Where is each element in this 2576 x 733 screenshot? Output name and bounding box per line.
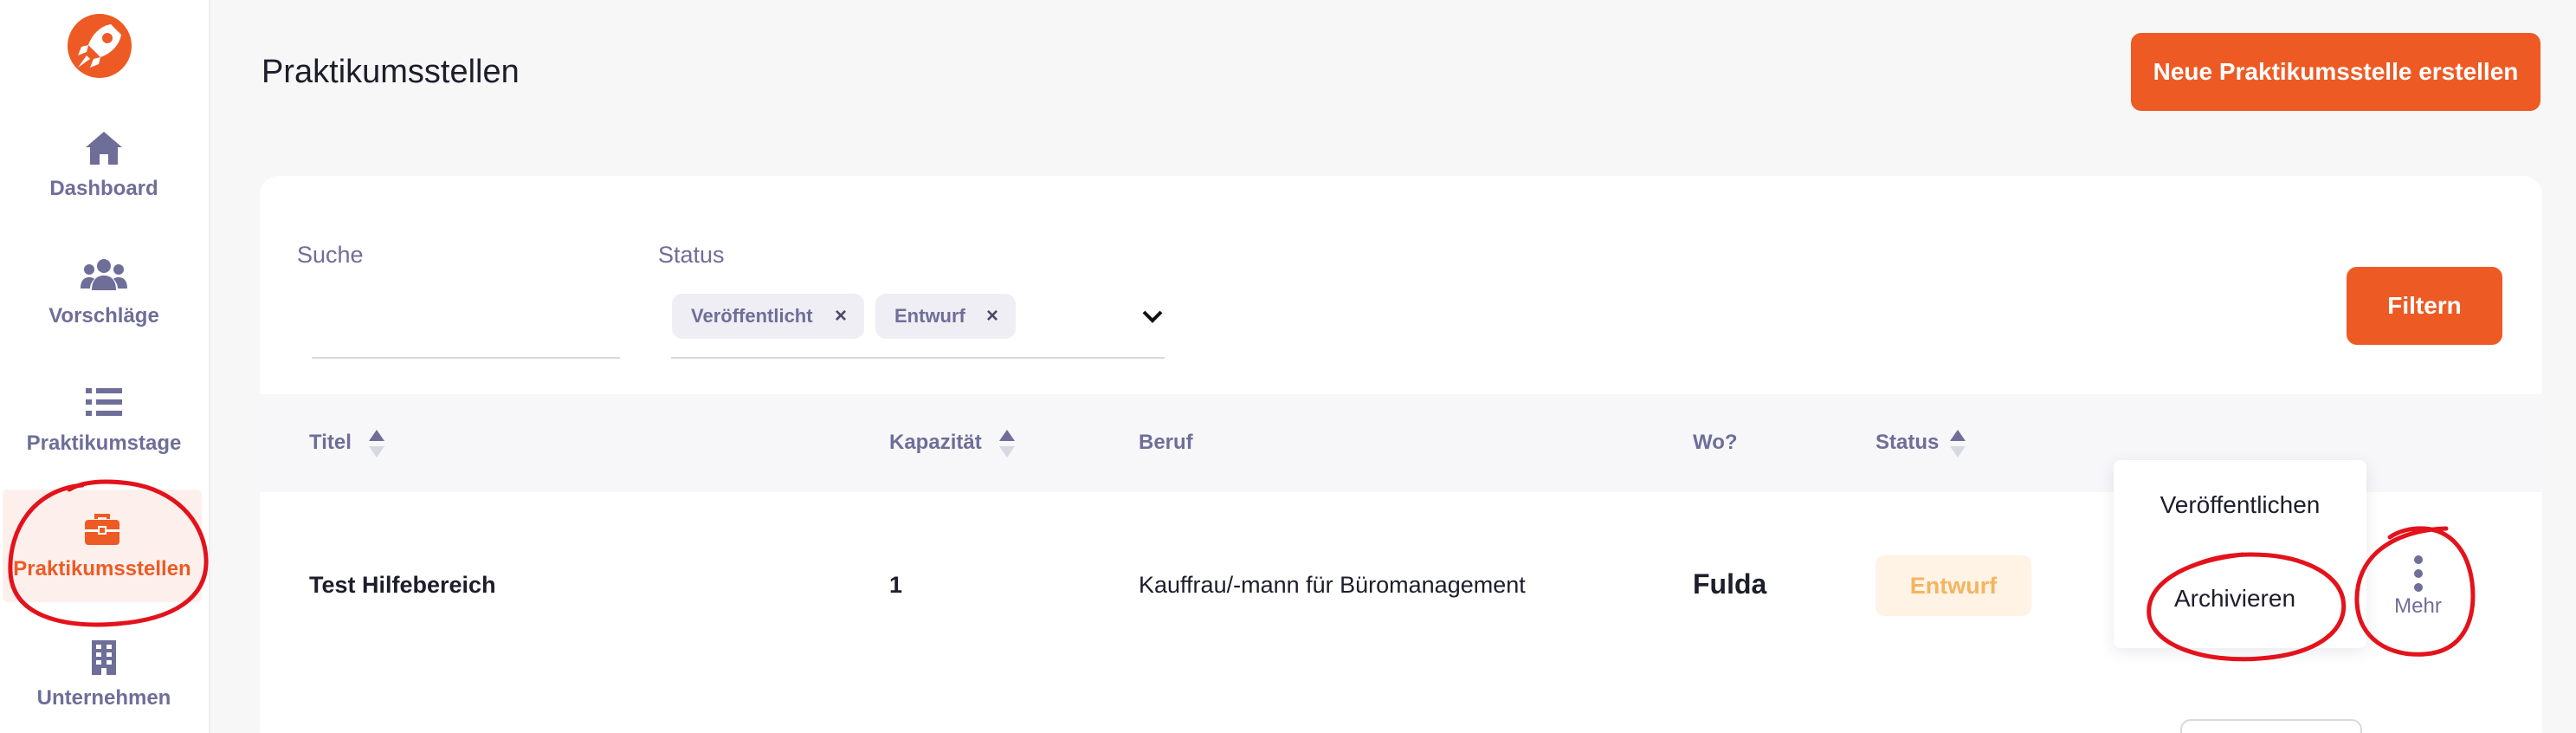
column-header-wo: Wo?: [1693, 431, 1738, 454]
partial-button[interactable]: [2180, 719, 2362, 733]
search-underline: [312, 357, 620, 359]
row-action-menu: Veröffentlichen Archivieren: [2114, 460, 2366, 648]
briefcase-icon: [3, 514, 202, 554]
new-praktikumsstelle-button[interactable]: Neue Praktikumsstelle erstellen: [2131, 33, 2540, 111]
chip-label: Veröffentlicht: [691, 305, 813, 327]
chip-label: Entwurf: [894, 305, 965, 327]
list-icon: [0, 385, 208, 425]
sidebar-item-vorschlaege[interactable]: Vorschläge: [0, 257, 208, 370]
sidebar-item-label: Praktikumstage: [26, 431, 182, 455]
sidebar-item-label: Unternehmen: [36, 686, 171, 710]
sort-icon[interactable]: [367, 428, 386, 459]
users-icon: [0, 257, 208, 297]
menu-item-veroeffentlichen[interactable]: Veröffentlichen: [2114, 491, 2366, 519]
sidebar-item-label: Vorschläge: [48, 304, 159, 328]
chevron-down-icon[interactable]: [1140, 303, 1165, 329]
home-icon: [0, 130, 208, 170]
more-label: Mehr: [2394, 594, 2442, 618]
close-icon[interactable]: ×: [986, 294, 998, 339]
menu-item-archivieren[interactable]: Archivieren: [2108, 585, 2361, 613]
search-label: Suche: [297, 242, 364, 268]
status-label: Status: [658, 242, 725, 268]
cell-wo: Fulda: [1693, 568, 1767, 600]
status-chip-veroeffentlicht[interactable]: Veröffentlicht ×: [672, 294, 864, 339]
cell-titel[interactable]: Test Hilfebereich: [309, 572, 496, 599]
sort-icon[interactable]: [997, 428, 1017, 459]
sidebar-item-label: Dashboard: [49, 177, 158, 200]
column-header-titel[interactable]: Titel: [309, 431, 352, 455]
cell-beruf: Kauffrau/-mann für Büromanagement: [1139, 572, 1526, 598]
sidebar-item-praktikumstage[interactable]: Praktikumstage: [0, 385, 208, 497]
building-icon: [0, 639, 208, 679]
sort-icon[interactable]: [1948, 428, 1967, 459]
column-header-beruf: Beruf: [1139, 431, 1193, 454]
column-header-kapazitaet[interactable]: Kapazität: [889, 431, 982, 455]
close-icon[interactable]: ×: [835, 294, 847, 339]
sidebar-item-unternehmen[interactable]: Unternehmen: [0, 639, 208, 733]
search-input[interactable]: [312, 303, 620, 357]
sidebar-item-praktikumsstellen[interactable]: Praktikumsstellen: [3, 490, 202, 602]
status-underline: [671, 357, 1165, 359]
rocket-logo-icon[interactable]: [66, 12, 133, 80]
status-badge: Entwurf: [1876, 555, 2031, 616]
more-button[interactable]: Mehr: [2373, 555, 2463, 632]
page-title: Praktikumsstellen: [261, 54, 520, 90]
status-chip-entwurf[interactable]: Entwurf ×: [875, 294, 1016, 339]
sidebar-item-dashboard[interactable]: Dashboard: [0, 130, 208, 243]
cell-kapazitaet: 1: [889, 572, 903, 598]
sidebar-item-label: Praktikumsstellen: [13, 557, 191, 581]
filter-button[interactable]: Filtern: [2347, 267, 2502, 345]
more-vertical-icon: [2373, 555, 2463, 593]
sidebar: Dashboard Vorschläge Praktikumstage Prak…: [0, 0, 210, 733]
column-header-status[interactable]: Status: [1876, 431, 1939, 455]
